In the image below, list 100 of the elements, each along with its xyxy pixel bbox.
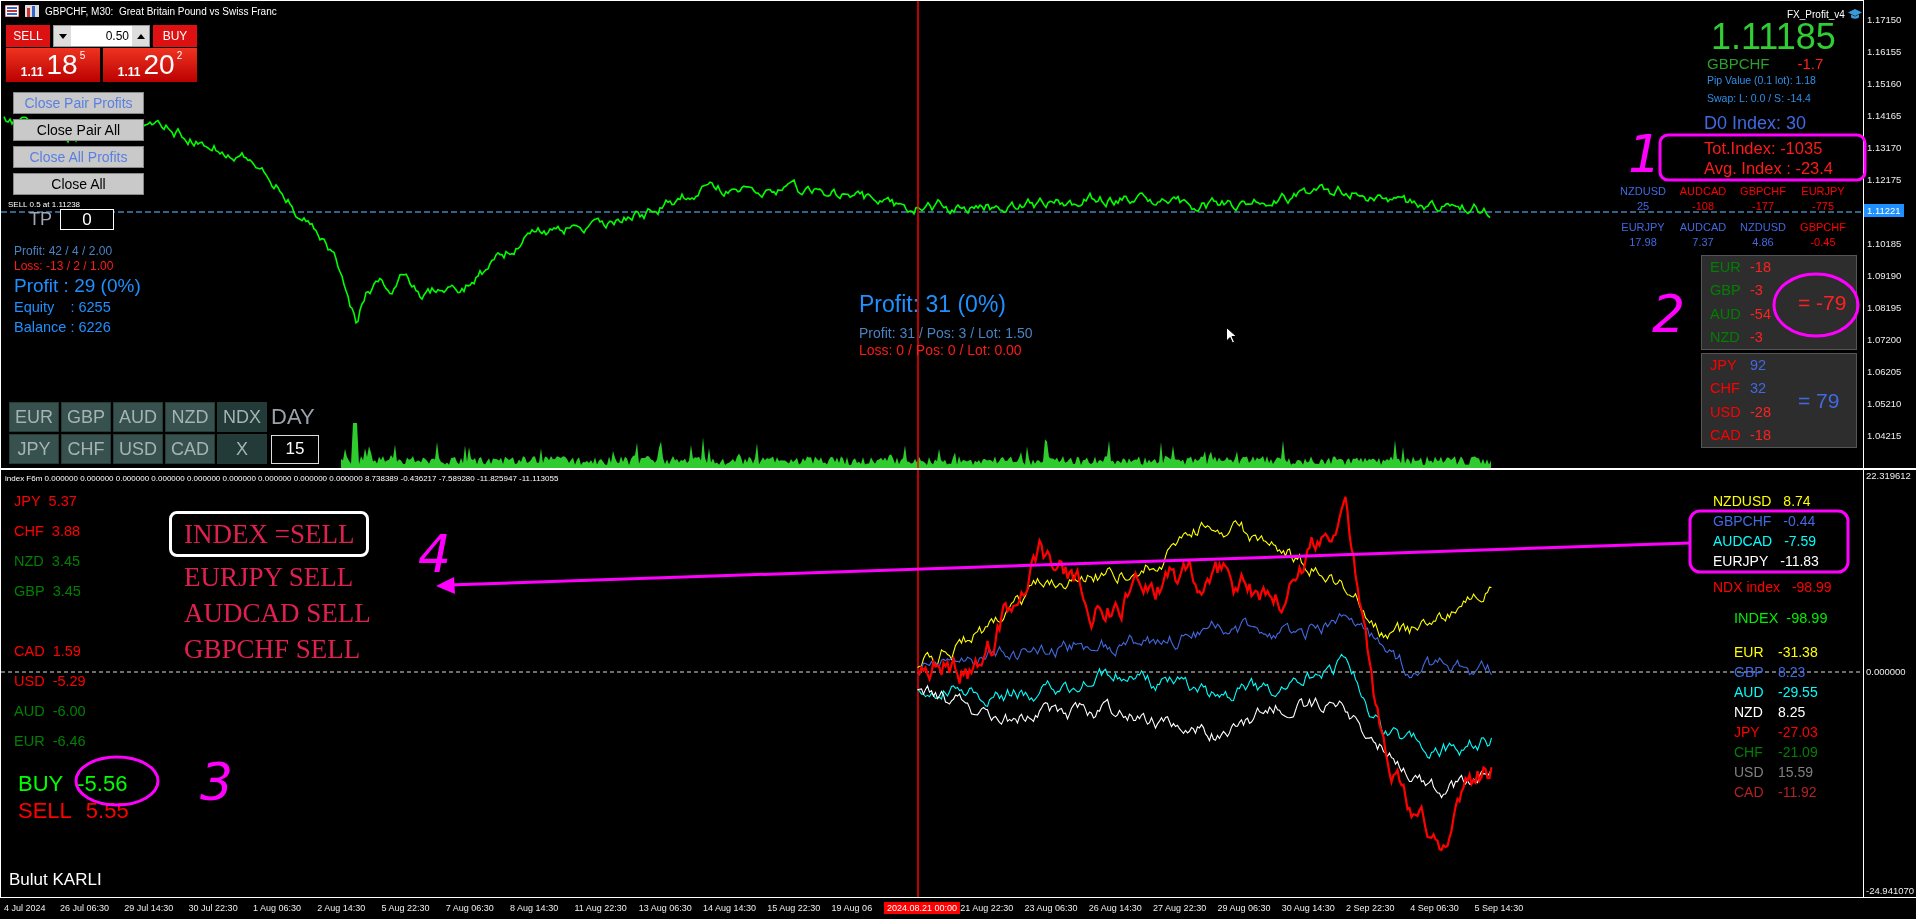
currency-code: EUR bbox=[1710, 257, 1742, 277]
price-tick: 1.04215 bbox=[1867, 430, 1902, 442]
period-label: DAY bbox=[271, 404, 315, 430]
d0-index: D0 Index: 30 bbox=[1704, 113, 1808, 134]
down-arrow-icon bbox=[58, 33, 67, 39]
price-tick: 1.10185 bbox=[1867, 238, 1902, 250]
annotation-number: 3 bbox=[200, 752, 234, 812]
axis-zero-label: 0.000000 bbox=[1866, 666, 1906, 677]
currency-score: -28 bbox=[1750, 402, 1771, 422]
time-label: 29 Jul 14:30 bbox=[124, 903, 174, 913]
price-tick: 1.09190 bbox=[1867, 270, 1902, 282]
profit-total: Profit: 31 (0%) bbox=[859, 290, 1007, 319]
lot-decrease-button[interactable] bbox=[54, 26, 71, 46]
price-change: -1.7 bbox=[1797, 55, 1824, 73]
currency-score: 3.45 bbox=[51, 552, 81, 571]
currency-score: -3 bbox=[1750, 281, 1763, 300]
profit-total: Profit : 29 (0%) bbox=[14, 274, 141, 297]
currency-score: 32 bbox=[1750, 379, 1767, 398]
currency-button[interactable]: JPY bbox=[9, 434, 59, 464]
currency-button[interactable]: CHF bbox=[61, 434, 111, 464]
currency-code: AUD bbox=[1710, 304, 1742, 324]
time-label: 4 Sep 06:30 bbox=[1410, 903, 1459, 913]
sell-price-button[interactable]: 1.11 18$^{5}$ bbox=[6, 48, 100, 82]
pip-value: Pip Value (0.1 lot): 1.18 bbox=[1707, 73, 1817, 88]
buy-price-button[interactable]: 1.11 20$^{2}$ bbox=[103, 48, 197, 82]
lot-field[interactable]: 0.50 bbox=[71, 26, 132, 46]
currency-button[interactable]: NDX bbox=[217, 402, 267, 432]
close-button[interactable]: Close Pair All bbox=[13, 119, 144, 141]
indicator-header: index F6m 0.000000 0.000000 0.000000 0.000000 0.000000 0.000000 0.000000 0.000000 0.000000 8.738389 -0.436217 -7.589280 -11.825947 -11.113055 bbox=[5, 474, 559, 483]
currency-button[interactable]: EUR bbox=[9, 402, 59, 432]
indicator-name: FX_Profit_v4 bbox=[1787, 8, 1845, 20]
legend-value: -7.59 bbox=[1784, 532, 1817, 551]
equity-value: Equity : 6255 bbox=[14, 298, 112, 317]
legend-value: 8.25 bbox=[1778, 703, 1806, 722]
chart-window-icon[interactable] bbox=[25, 5, 39, 17]
time-label: 23 Aug 06:30 bbox=[1024, 903, 1078, 913]
legend-pair: NDX index bbox=[1713, 578, 1780, 597]
legend-currency: EUR bbox=[1734, 643, 1765, 662]
menu-icon[interactable] bbox=[5, 5, 19, 17]
signal-value: -5.56 bbox=[77, 770, 128, 797]
trade-note: GBPCHF SELL bbox=[183, 633, 361, 666]
currency-score: -18 bbox=[1750, 426, 1771, 445]
time-label: 30 Aug 14:30 bbox=[1281, 903, 1335, 913]
trade-note: AUDCAD SELL bbox=[183, 597, 371, 630]
lot-increase-button[interactable] bbox=[132, 26, 149, 46]
period-field[interactable]: 15 bbox=[271, 434, 319, 464]
pair-value: 17.98 bbox=[1629, 235, 1657, 250]
currency-button[interactable]: CAD bbox=[165, 434, 215, 464]
currency-code: GBP bbox=[1710, 281, 1742, 300]
time-label: 26 Jul 06:30 bbox=[60, 903, 110, 913]
time-label: 14 Aug 14:30 bbox=[703, 903, 757, 913]
legend-value: 15.59 bbox=[1778, 763, 1814, 782]
currency-button[interactable]: X bbox=[217, 434, 267, 464]
legend-currency: USD bbox=[1734, 763, 1765, 782]
currency-score: 5.37 bbox=[48, 492, 77, 511]
window-title: GBPCHF, M30: Great Britain Pound vs Swiss Franc bbox=[45, 5, 277, 17]
time-label: 27 Aug 22:30 bbox=[1153, 903, 1207, 913]
close-button[interactable]: Close All bbox=[13, 173, 144, 195]
time-label: 30 Jul 22:30 bbox=[188, 903, 238, 913]
crosshair-time-label: 2024.08.21 00:00 bbox=[884, 902, 961, 914]
currency-button[interactable]: USD bbox=[113, 434, 163, 464]
currency-code: CHF bbox=[1710, 379, 1741, 398]
symbol-name: GBPCHF bbox=[1707, 55, 1770, 73]
time-label: 2 Aug 14:30 bbox=[317, 903, 366, 913]
panel-total: = -79 bbox=[1798, 290, 1847, 315]
time-label: 21 Aug 22:30 bbox=[960, 903, 1014, 913]
axis-max-label: 22.319612 bbox=[1866, 470, 1911, 481]
legend-value: -29.55 bbox=[1778, 683, 1818, 702]
price-tick: 1.06205 bbox=[1867, 366, 1902, 378]
loss-detail: Loss: -13 / 2 / 1.00 bbox=[14, 259, 115, 274]
legend-value: 8.23 bbox=[1778, 663, 1806, 682]
currency-button[interactable]: GBP bbox=[61, 402, 111, 432]
currency-button[interactable]: NZD bbox=[165, 402, 215, 432]
currency-score: 92 bbox=[1750, 355, 1767, 375]
legend-currency: AUD bbox=[1734, 683, 1765, 702]
index-label: INDEX bbox=[1734, 610, 1779, 626]
axis-min-label: -24.941070 bbox=[1866, 885, 1915, 896]
tp-field[interactable]: 0 bbox=[60, 209, 114, 230]
pair-name: NZDUSD bbox=[1740, 220, 1786, 235]
pair-name: AUDCAD bbox=[1679, 220, 1727, 235]
price-tick: 1.14165 bbox=[1867, 110, 1902, 122]
price-tick: 1.17150 bbox=[1867, 14, 1902, 26]
profit-detail: Profit: 42 / 4 / 2.00 bbox=[14, 244, 114, 259]
buy-button[interactable]: BUY bbox=[153, 25, 197, 47]
time-label: 8 Aug 14:30 bbox=[510, 903, 559, 913]
time-label: 7 Aug 06:30 bbox=[445, 903, 494, 913]
pair-value: -0.45 bbox=[1810, 235, 1836, 250]
sell-button[interactable]: SELL bbox=[6, 25, 50, 47]
time-label: 29 Aug 06:30 bbox=[1217, 903, 1271, 913]
legend-pair: NZDUSD bbox=[1713, 492, 1772, 511]
currency-button[interactable]: AUD bbox=[113, 402, 163, 432]
annotation-number: 1 bbox=[1628, 124, 1662, 184]
legend-currency: GBP bbox=[1734, 663, 1765, 682]
currency-code: CHF bbox=[14, 522, 44, 541]
order-label: SELL 0.5 at 1.11238 bbox=[8, 200, 81, 209]
currency-score: 1.59 bbox=[52, 642, 81, 661]
current-price-label: 1.11221 bbox=[1864, 204, 1904, 217]
lot-spinner[interactable]: 0.50 bbox=[53, 25, 150, 47]
pair-value: 7.37 bbox=[1692, 235, 1714, 250]
time-label: 5 Sep 14:30 bbox=[1474, 903, 1524, 913]
